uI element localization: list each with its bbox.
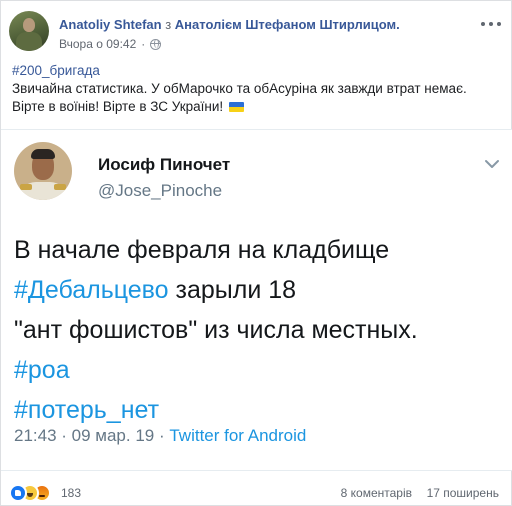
tweet-hashtag-losses[interactable]: #потерь_нет — [14, 396, 159, 424]
tweet-meta: 21:43 · 09 мар. 19 · Twitter for Android — [14, 426, 306, 446]
with-word: з — [165, 17, 172, 32]
reaction-icons[interactable] — [9, 484, 61, 502]
post-meta: Вчора о 09:42 · — [59, 37, 162, 51]
facebook-post: Anatoliy Shtefan з Анатолієм Штефаном Шт… — [0, 0, 512, 506]
more-icon[interactable] — [481, 17, 501, 31]
post-text-line: Вірте в воїнів! Вірте в ЗС України! — [12, 99, 224, 114]
tweet-handle[interactable]: @Jose_Pinoche — [98, 181, 222, 201]
author-name-link[interactable]: Anatoliy Shtefan — [59, 17, 162, 32]
globe-icon[interactable] — [150, 38, 162, 50]
post-header: Anatoliy Shtefan з Анатолієм Штефаном Шт… — [9, 9, 505, 53]
tagged-person-link[interactable]: Анатолієм Штефаном Штирлицом. — [175, 17, 400, 32]
post-header-line: Anatoliy Shtefan з Анатолієм Штефаном Шт… — [59, 17, 400, 32]
reaction-count[interactable]: 183 — [61, 486, 81, 500]
reactions-bar: 183 8 коментарів 17 поширень — [9, 483, 505, 503]
like-icon — [9, 484, 27, 502]
tweet-author-avatar[interactable] — [14, 142, 72, 200]
shares-count-link[interactable]: 17 поширень — [427, 486, 499, 500]
hashtag-link[interactable]: #200_бригада — [12, 63, 100, 78]
tweet-text-fragment: зарыли 18 — [168, 276, 297, 304]
post-timestamp-link[interactable]: Вчора о 09:42 — [59, 37, 136, 51]
tweet-display-name[interactable]: Иосиф Пиночет — [98, 155, 230, 175]
tweet-hashtag-debaltsevo[interactable]: #Дебальцево — [14, 276, 169, 304]
tweet-hashtag-roa[interactable]: #роа — [14, 356, 70, 384]
author-avatar[interactable] — [9, 11, 49, 51]
tweet-timestamp[interactable]: 21:43 · 09 мар. 19 · — [14, 426, 169, 445]
post-text-line: Звичайна статистика. У обМарочко та обАс… — [12, 81, 467, 96]
comments-count-link[interactable]: 8 коментарів — [341, 486, 412, 500]
chevron-down-icon[interactable] — [484, 156, 500, 172]
ukraine-flag-icon — [228, 102, 244, 112]
tweet-text-line: "ант фошистов" из числа местных. — [14, 316, 418, 344]
embedded-tweet[interactable]: Иосиф Пиночет @Jose_Pinoche В начале фев… — [1, 129, 512, 471]
tweet-source-link[interactable]: Twitter for Android — [169, 426, 306, 445]
tweet-body: В начале февраля на кладбище #Дебальцево… — [14, 230, 506, 430]
post-text: #200_бригада Звичайна статистика. У обМа… — [12, 62, 502, 116]
tweet-text-line: В начале февраля на кладбище — [14, 236, 390, 264]
